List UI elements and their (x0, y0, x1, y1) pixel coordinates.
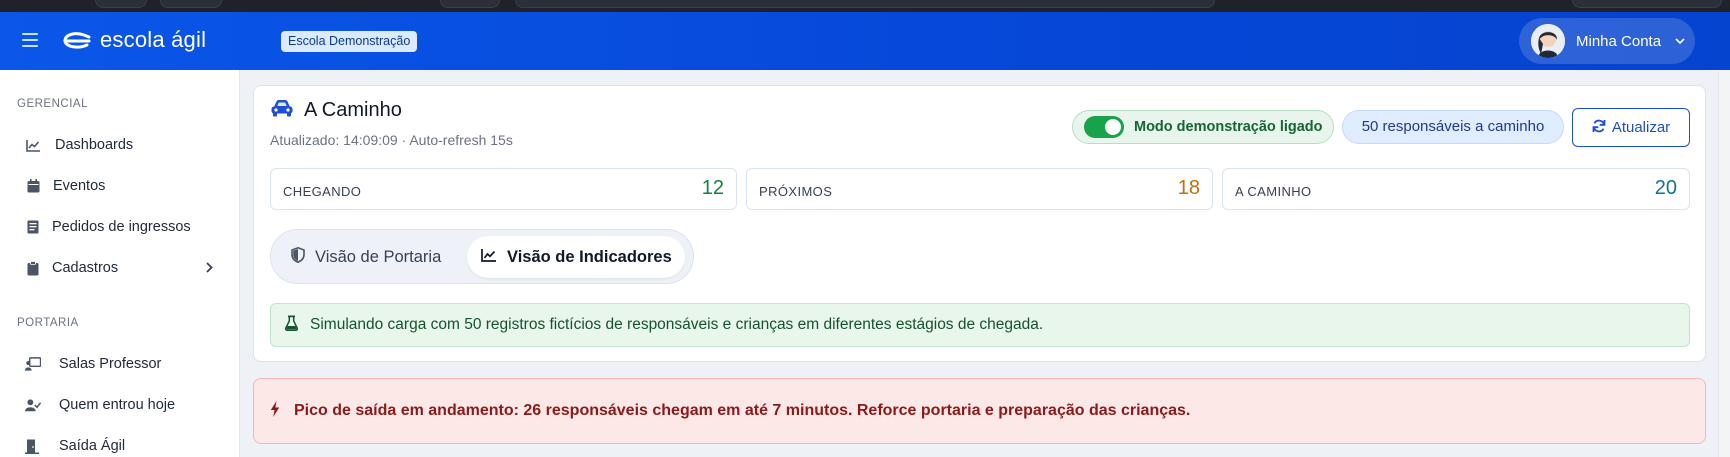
chart-line-icon (481, 248, 497, 267)
refresh-label: Atualizar (1611, 119, 1671, 136)
tab-visao-de-indicadores[interactable]: Visão de Indicadores (467, 236, 685, 278)
shield-icon (291, 246, 305, 268)
sidebar-item-label: Pedidos de ingressos (52, 219, 191, 235)
sidebar-item-cadastros[interactable]: Cadastros (0, 251, 239, 285)
demo-mode-label: Modo demonstração ligado (1134, 119, 1323, 135)
stat-label: A CAMINHO (1235, 184, 1312, 199)
simulation-notice: Simulando carga com 50 registros fictíci… (270, 303, 1690, 347)
toggle-switch[interactable] (1084, 116, 1124, 138)
school-badge: Escola Demonstração (281, 31, 418, 52)
scrollbar[interactable] (1718, 70, 1730, 457)
sidebar-item-quem-entrou-hoje[interactable]: Quem entrou hoje (0, 388, 239, 422)
sidebar-item-dashboards[interactable]: Dashboards (0, 128, 239, 162)
chalkboard-user-icon (25, 356, 41, 372)
flask-icon (284, 315, 299, 336)
sidebar-section-title: PORTARIA (17, 317, 79, 329)
demo-mode-toggle[interactable]: Modo demonstração ligado (1072, 110, 1334, 144)
tab-label: Visão de Indicadores (507, 247, 672, 266)
logo-mark-icon (63, 32, 91, 49)
bolt-icon (270, 400, 280, 422)
view-switcher: Visão de Portaria Visão de Indicadores (270, 229, 694, 284)
sidebar-item-saida-agil[interactable]: Saída Ágil (0, 429, 239, 457)
os-bar-control (95, 0, 147, 8)
account-menu-button[interactable]: Minha Conta (1519, 18, 1695, 64)
receipt-icon (25, 219, 41, 235)
avatar (1531, 24, 1565, 58)
sidebar-item-label: Eventos (53, 178, 106, 194)
en-route-panel: A Caminho Atualizado: 14:09:09 · Auto-re… (253, 85, 1706, 362)
panel-header: A Caminho (270, 99, 402, 122)
logo-text: escola ágil (100, 27, 207, 52)
account-name: Minha Conta (1576, 32, 1662, 50)
stat-label: PRÓXIMOS (759, 184, 833, 199)
brand-logo[interactable]: escola ágil (62, 27, 206, 53)
stat-card-proximos: PRÓXIMOS 18 (746, 168, 1213, 210)
sidebar-item-label: Salas Professor (59, 356, 162, 372)
sidebar-item-label: Cadastros (52, 260, 119, 276)
user-check-icon (25, 397, 41, 413)
os-title-bar (0, 0, 1730, 12)
en-route-count-badge: 50 responsáveis a caminho (1342, 110, 1564, 144)
sidebar-item-salas-professor[interactable]: Salas Professor (0, 347, 239, 381)
sidebar-section-title: GERENCIAL (17, 98, 88, 110)
peak-exit-alert: Pico de saída em andamento: 26 responsáv… (253, 378, 1706, 444)
stat-value: 20 (1654, 177, 1677, 199)
chevron-down-icon (1675, 34, 1685, 48)
calendar-icon (25, 178, 41, 194)
os-bar-control (160, 0, 222, 8)
clipboard-icon (25, 260, 41, 276)
stat-card-chegando: CHEGANDO 12 (270, 168, 737, 210)
stat-value: 12 (701, 177, 724, 199)
simulation-notice-text: Simulando carga com 50 registros fictíci… (310, 316, 1044, 333)
alert-text: Pico de saída em andamento: 26 responsáv… (294, 402, 1191, 419)
sidebar-item-label: Saída Ágil (59, 438, 126, 454)
stat-value: 18 (1177, 177, 1200, 199)
os-bar-control (1572, 0, 1722, 8)
sidebar: GERENCIAL Dashboards Eventos Pedidos de … (0, 70, 240, 457)
os-bar-control (440, 0, 500, 8)
refresh-icon (1592, 119, 1606, 137)
stat-label: CHEGANDO (283, 184, 362, 199)
last-updated-text: Atualizado: 14:09:09 · Auto-refresh 15s (270, 132, 513, 148)
car-icon (270, 99, 294, 122)
sidebar-item-pedidos-de-ingressos[interactable]: Pedidos de ingressos (0, 210, 239, 244)
sidebar-item-label: Quem entrou hoje (59, 397, 176, 413)
chevron-right-icon (206, 261, 213, 276)
door-exit-icon (25, 438, 41, 454)
sidebar-item-label: Dashboards (55, 137, 134, 153)
tab-visao-de-portaria[interactable]: Visão de Portaria (281, 236, 461, 278)
chart-line-icon (25, 137, 41, 153)
page-title: A Caminho (304, 99, 402, 121)
tab-label: Visão de Portaria (315, 247, 442, 266)
menu-toggle-icon[interactable] (22, 33, 38, 47)
os-bar-address (515, 0, 1215, 8)
refresh-button[interactable]: Atualizar (1572, 108, 1690, 147)
top-navbar: escola ágil Escola Demonstração Minha Co… (0, 12, 1730, 70)
stat-card-a-caminho: A CAMINHO 20 (1222, 168, 1690, 210)
sidebar-item-eventos[interactable]: Eventos (0, 169, 239, 203)
